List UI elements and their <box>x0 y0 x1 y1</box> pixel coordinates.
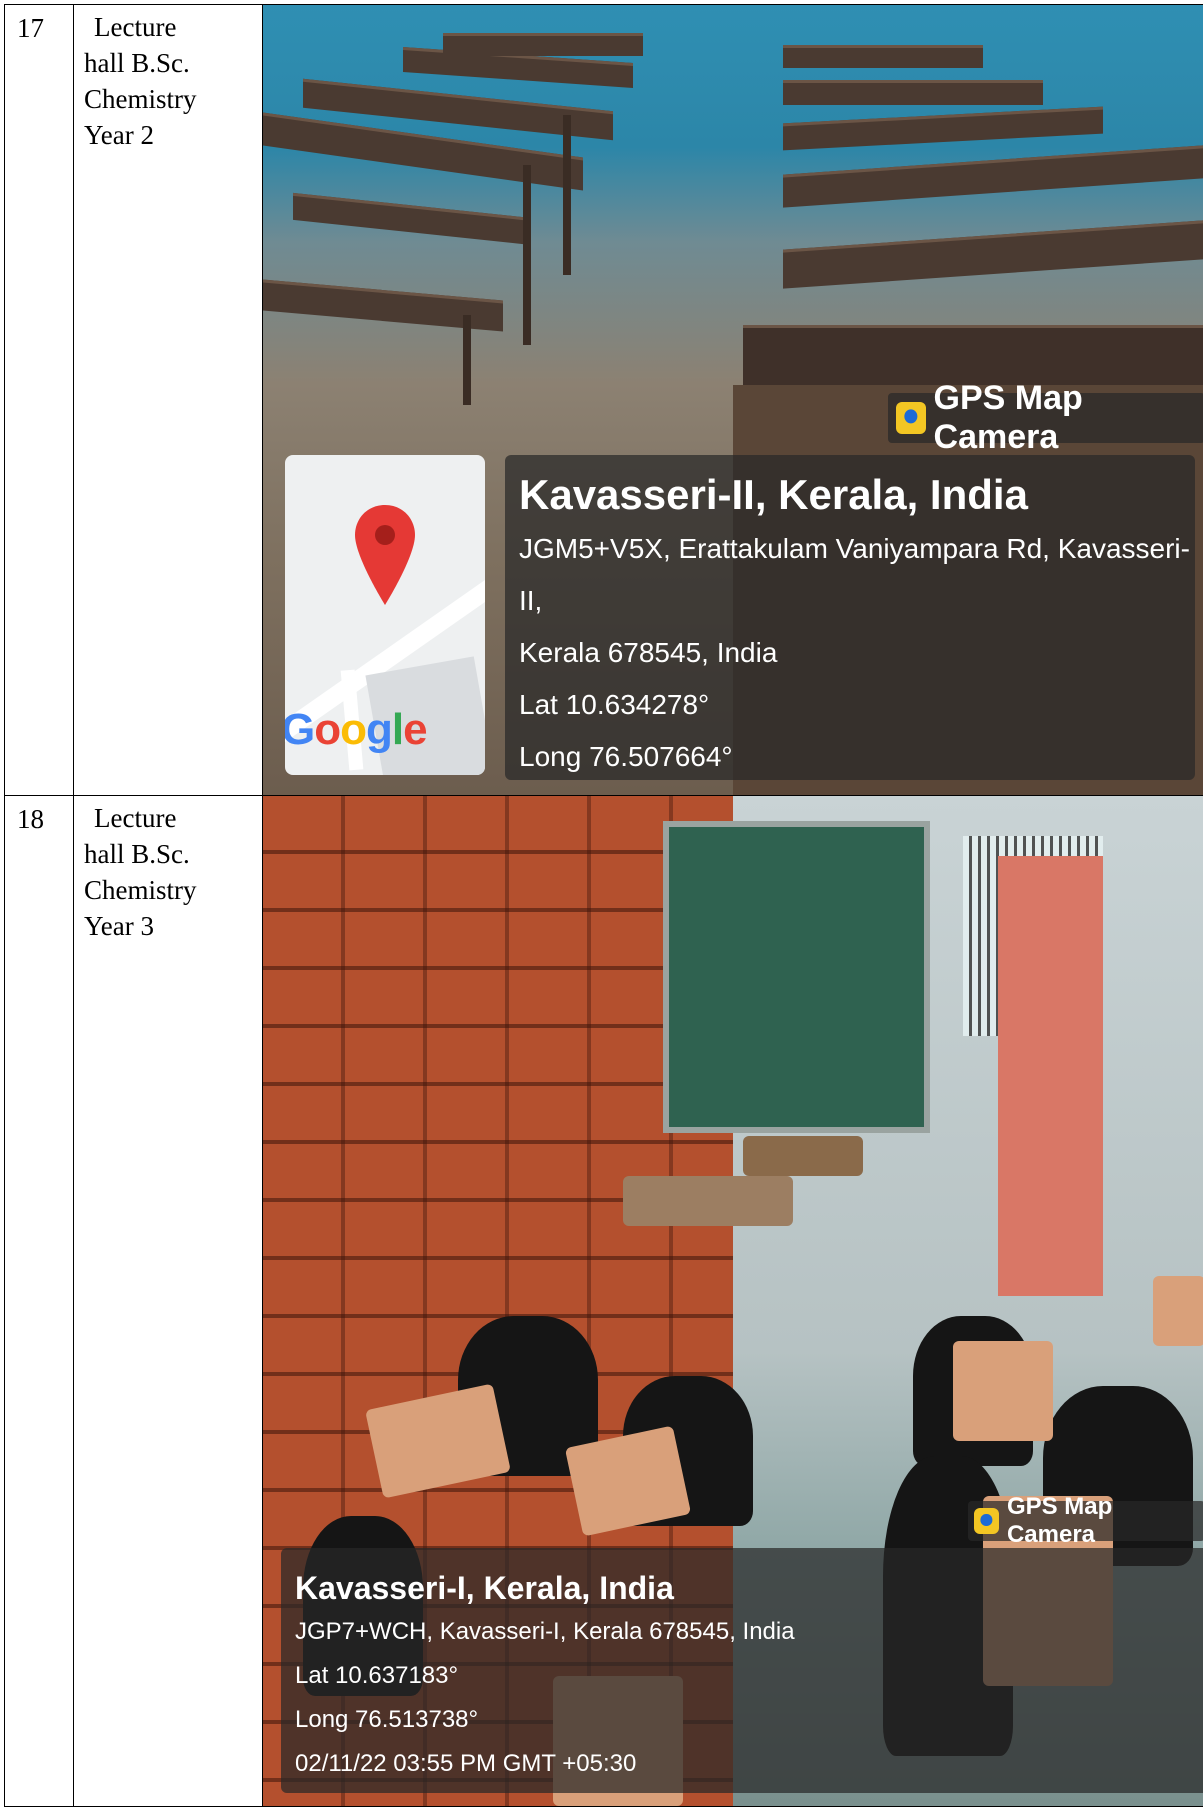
address-line: JGM5+V5X, Erattakulam Vaniyampara Rd, Ka… <box>519 533 1190 616</box>
classroom-photo: GPS Map Camera Kavasseri-I, Kerala, Indi… <box>263 796 1203 1806</box>
location-title: Kavasseri-II, Kerala, India <box>519 471 1028 518</box>
description-line: Chemistry <box>84 84 197 114</box>
gps-brand-badge: GPS Map Camera <box>888 379 1203 456</box>
gps-info-panel: Kavasseri-I, Kerala, India JGP7+WCH, Kav… <box>281 1548 1203 1793</box>
gps-brand-label: GPS Map Camera <box>1006 1493 1113 1548</box>
gps-info-panel: Kavasseri-II, Kerala, India JGM5+V5X, Er… <box>505 455 1195 795</box>
photo-cell: GPS Map Camera Google Kavasseri-II, Kera… <box>262 4 1203 796</box>
latitude: Lat 10.637183° <box>295 1662 459 1689</box>
google-logo: Google <box>285 705 428 754</box>
chalkboard <box>663 821 930 1133</box>
longitude: Long 76.513738° <box>295 1706 479 1733</box>
map-pin-icon <box>355 505 415 605</box>
row-number: 17 <box>17 13 44 43</box>
row-number-cell: 17 <box>4 4 74 796</box>
description-line: Chemistry <box>84 875 197 905</box>
description-line: hall B.Sc. <box>84 839 190 869</box>
description-line: hall B.Sc. <box>84 48 190 78</box>
gps-brand-badge: GPS Map Camera <box>968 1493 1203 1548</box>
classroom-photo: GPS Map Camera Google Kavasseri-II, Kera… <box>263 5 1203 795</box>
document-table: 17 Lecture hall B.Sc. Chemistry Year 2 G… <box>4 4 1203 1807</box>
description-line: Year 3 <box>84 911 155 941</box>
description-line: Lecture <box>94 803 177 833</box>
gps-brand-label: GPS Map Camera <box>933 379 1083 456</box>
row-number-cell: 18 <box>4 795 74 1807</box>
address-line: Kerala 678545, India <box>519 637 778 668</box>
longitude: Long 76.507664° <box>519 741 733 772</box>
table-row: 18 Lecture hall B.Sc. Chemistry Year 3 G… <box>4 795 1203 1807</box>
timestamp: 02/11/22 03:58 PM GMT +05:30 <box>519 783 1195 795</box>
description-line: Lecture <box>94 12 177 42</box>
table-row: 17 Lecture hall B.Sc. Chemistry Year 2 G… <box>4 4 1203 796</box>
location-title: Kavasseri-I, Kerala, India <box>295 1570 674 1606</box>
description-cell: Lecture hall B.Sc. Chemistry Year 3 <box>73 795 263 1807</box>
description-cell: Lecture hall B.Sc. Chemistry Year 2 <box>73 4 263 796</box>
gps-camera-icon <box>896 402 926 434</box>
map-thumbnail: Google <box>285 455 485 775</box>
timestamp: 02/11/22 03:55 PM GMT +05:30 <box>295 1750 637 1777</box>
gps-camera-icon <box>974 1508 999 1534</box>
latitude: Lat 10.634278° <box>519 689 710 720</box>
photo-cell: GPS Map Camera Kavasseri-I, Kerala, Indi… <box>262 795 1203 1807</box>
address-line: JGP7+WCH, Kavasseri-I, Kerala 678545, In… <box>295 1618 795 1645</box>
description-line: Year 2 <box>84 120 155 150</box>
row-number: 18 <box>17 804 44 834</box>
